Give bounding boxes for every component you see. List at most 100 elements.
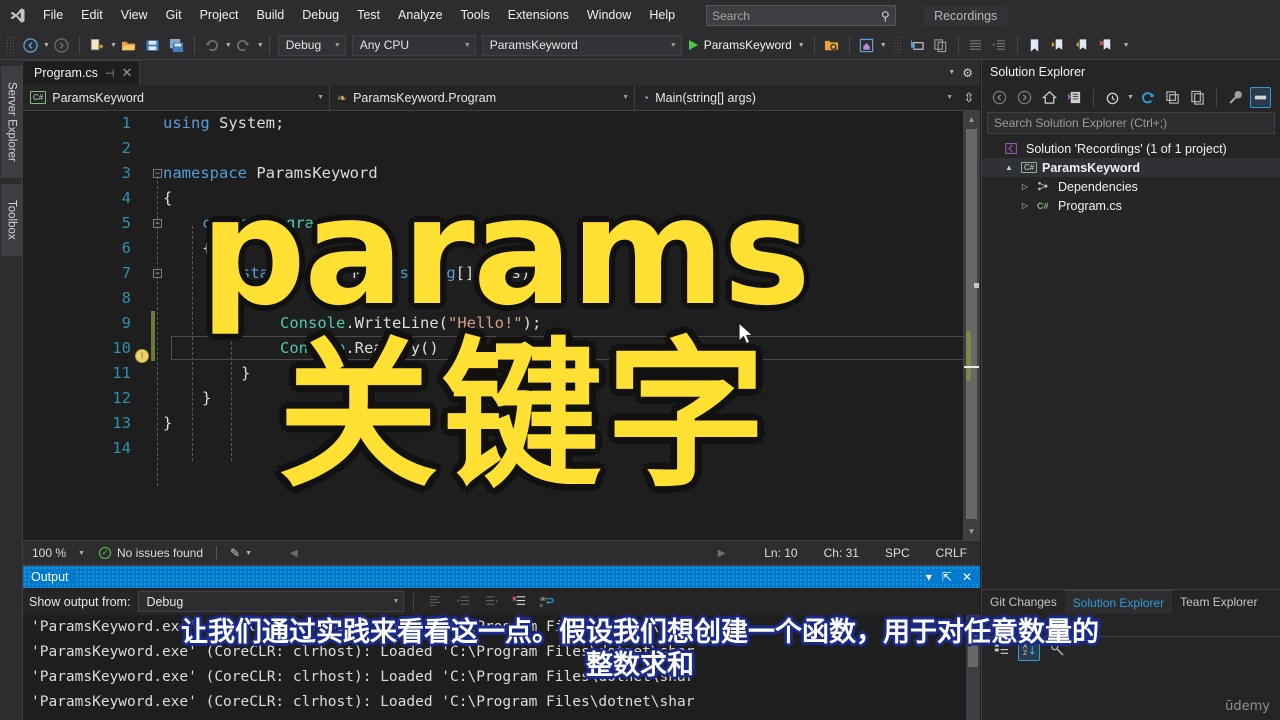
pointer-icon[interactable] [906,34,928,56]
dock-tab-team-explorer[interactable]: Team Explorer [1172,590,1265,614]
go-to-previous-message-icon[interactable] [452,591,474,613]
categorized-icon[interactable] [990,639,1012,661]
configuration-combo[interactable]: Debug ▼ [277,34,346,56]
navigate-back-dropdown[interactable]: ▼ [43,42,50,49]
issues-indicator[interactable]: ✓ No issues found [93,546,203,560]
scroll-left-icon[interactable]: ◀ [290,548,298,559]
startup-project-combo[interactable]: ParamsKeyword ▼ [481,34,682,56]
scroll-up-icon[interactable]: ▲ [963,111,980,128]
expander-icon[interactable]: ▲ [1002,163,1016,172]
expander-icon[interactable]: ▷ [1018,201,1032,210]
home-icon[interactable] [1039,87,1060,108]
menu-item-debug[interactable]: Debug [293,0,348,31]
menu-item-window[interactable]: Window [578,0,640,31]
alphabetical-sort-icon[interactable]: AZ [1018,638,1040,661]
code-line[interactable]: { [241,286,250,311]
undo-dropdown[interactable]: ▼ [225,42,232,49]
document-tab-program-cs[interactable]: Program.cs ⊣ ✕ [23,60,141,85]
forward-icon[interactable] [1014,87,1035,108]
navbar-member-combo[interactable]: ◔ Main(string[] args) ▼ [635,85,958,111]
redo-dropdown[interactable]: ▼ [257,42,264,49]
code-line[interactable]: } [163,411,172,436]
navbar-type-combo[interactable]: ❧ ParamsKeyword.Program ▼ [330,84,635,111]
output-vertical-scrollbar[interactable] [966,615,980,720]
menu-item-analyze[interactable]: Analyze [389,0,451,31]
pen-icon[interactable]: ✎ [230,546,240,560]
history-icon[interactable] [1102,87,1123,108]
clear-all-icon[interactable] [508,591,530,613]
property-pages-icon[interactable] [1046,639,1068,661]
scroll-right-icon[interactable]: ▶ [718,548,726,559]
go-to-next-message-icon[interactable] [480,591,502,613]
fold-toggle-namespace[interactable]: − [153,169,162,178]
menu-item-git[interactable]: Git [157,0,191,31]
menu-item-extensions[interactable]: Extensions [499,0,578,31]
tree-item-paramskeyword[interactable]: ▲ C# ParamsKeyword [982,158,1280,177]
previous-bookmark-icon[interactable] [1072,34,1094,56]
bookmark-icon[interactable] [1024,34,1046,56]
dock-tab-git-changes[interactable]: Git Changes [982,590,1065,614]
navbar-project-combo[interactable]: C# ParamsKeyword ▼ [23,84,330,111]
properties-wrench-icon[interactable] [1225,87,1246,108]
code-line[interactable]: namespace ParamsKeyword [163,161,378,186]
output-source-combo[interactable]: Debug ▼ [138,591,405,612]
pending-changes-filter-icon[interactable] [1064,87,1085,108]
show-all-files-icon[interactable] [1187,87,1208,108]
close-icon[interactable]: ✕ [962,570,972,584]
history-dropdown-icon[interactable]: ▼ [1127,94,1134,101]
back-icon[interactable] [989,87,1010,108]
split-window-icon[interactable]: ⇳ [958,90,980,106]
menu-item-project[interactable]: Project [191,0,248,31]
copy-icon[interactable] [930,34,952,56]
code-line[interactable]: class Program [202,211,323,236]
scrollbar-thumb[interactable] [968,619,978,667]
toolbar-grip-2[interactable] [892,36,902,54]
collapse-all-icon[interactable] [1162,87,1183,108]
navigate-forward-icon[interactable] [51,34,73,56]
undo-icon[interactable] [201,34,223,56]
preview-selected-items-icon[interactable] [1249,87,1271,108]
code-line[interactable]: using System; [163,111,284,136]
code-line[interactable]: static void Main(string[] args) [241,261,530,286]
code-editor-surface[interactable]: − − − ! 1 using System; 2 3 namespace Params… [23,111,980,540]
line-ending-mode[interactable]: CRLF [923,546,980,560]
save-all-icon[interactable] [166,34,188,56]
open-file-icon[interactable] [118,34,140,56]
lightbulb-icon[interactable]: ! [135,349,149,363]
start-debugging-button[interactable]: ParamsKeyword ▼ [685,34,809,56]
search-input[interactable]: Search ⚲ [706,5,897,26]
menu-item-build[interactable]: Build [247,0,293,31]
sidebar-tab-server-explorer[interactable]: Server Explorer [1,66,22,178]
code-line[interactable]: { [202,236,211,261]
new-item-dropdown[interactable]: ▼ [110,42,117,49]
tree-item-program-cs[interactable]: ▷ C# Program.cs [982,196,1280,215]
find-message-icon[interactable] [424,591,446,613]
toolbar-grip[interactable] [6,36,15,54]
menu-item-file[interactable]: File [34,0,72,31]
refresh-icon[interactable] [1137,87,1158,108]
output-text-area[interactable]: 'ParamsKeyword.exe' (CoreCLR: clrhost): … [23,615,980,720]
active-files-dropdown-icon[interactable]: ▼ [948,69,955,76]
zoom-level-combo[interactable]: 100 % ▼ [23,546,93,560]
scrollbar-thumb[interactable] [966,129,977,519]
code-line[interactable]: } [241,361,250,386]
pin-icon[interactable]: ⊣ [105,67,115,80]
home-icon[interactable] [856,34,878,56]
indent-icon[interactable] [965,34,987,56]
pin-icon[interactable]: ⇱ [942,570,952,584]
find-in-files-icon[interactable] [821,34,843,56]
solution-search-input[interactable]: Search Solution Explorer (Ctrl+;) [987,112,1275,134]
platform-combo[interactable]: Any CPU ▼ [351,34,476,56]
indentation-mode[interactable]: SPC [872,546,923,560]
sidebar-tab-toolbox[interactable]: Toolbox [1,184,22,256]
expander-icon[interactable]: ▷ [1018,182,1032,191]
fold-toggle-class[interactable]: − [153,219,162,228]
tree-item-solution-recordings-1-of-1-project[interactable]: Solution 'Recordings' (1 of 1 project) [982,139,1280,158]
run-dropdown-icon[interactable]: ▼ [798,42,805,49]
menu-item-help[interactable]: Help [640,0,684,31]
window-options-icon[interactable]: ▾ [926,570,932,584]
save-icon[interactable] [142,34,164,56]
menu-item-edit[interactable]: Edit [72,0,112,31]
toolbar-overflow-icon[interactable]: ▼ [1123,42,1130,49]
editor-vertical-scrollbar[interactable]: ▲ ▼ [963,111,980,540]
